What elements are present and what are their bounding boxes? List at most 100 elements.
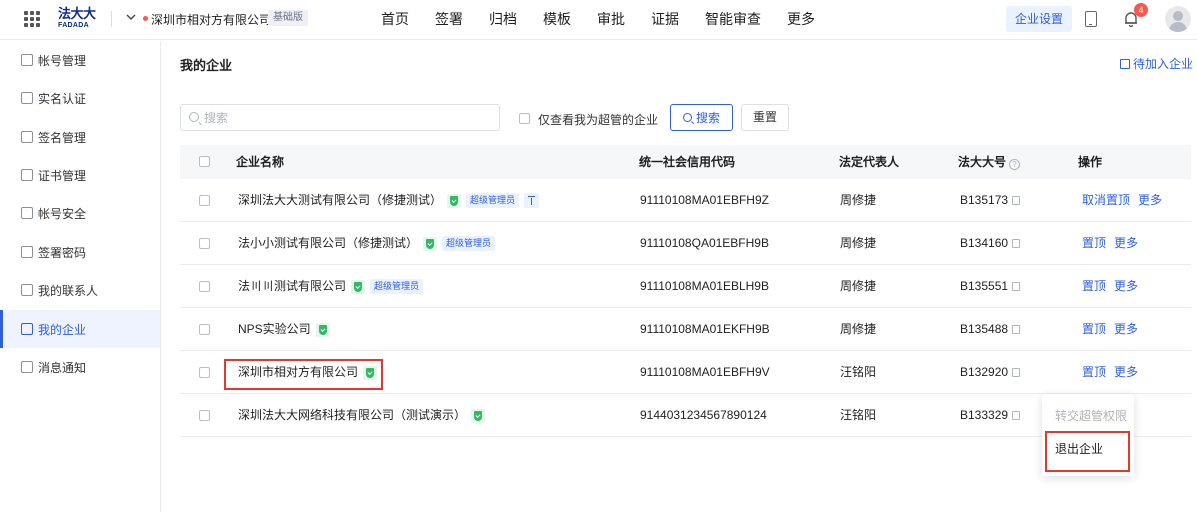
sidebar-item-contacts[interactable]: 我的联系人	[0, 271, 160, 309]
row-checkbox[interactable]	[199, 324, 210, 335]
notification-count-badge: 4	[1134, 3, 1148, 17]
copy-icon[interactable]	[1012, 368, 1021, 377]
enterprise-name: 法小小测试有限公司（修捷测试）	[238, 236, 419, 250]
pin-link[interactable]: 置顶	[1082, 236, 1106, 250]
user-avatar[interactable]	[1165, 6, 1191, 32]
search-input[interactable]	[180, 104, 500, 131]
actions-cell: 置顶 更多	[1082, 265, 1146, 308]
fdd-id: B135173	[960, 193, 1009, 207]
verified-shield-icon	[423, 236, 438, 251]
credit-code: 9144031234567890124	[640, 408, 767, 422]
enterprise-icon	[21, 323, 33, 335]
main-nav: 首页 签署 归档 模板 审批 证据 智能审查 更多	[381, 0, 841, 38]
pen-icon	[21, 131, 33, 143]
verification-icon	[21, 92, 33, 104]
sidebar-item-sign-password[interactable]: 签署密码	[0, 233, 160, 271]
copy-icon[interactable]	[1012, 325, 1021, 334]
row-checkbox[interactable]	[199, 410, 210, 421]
nav-approval[interactable]: 审批	[597, 0, 625, 38]
sidebar-item-label: 我的企业	[38, 322, 87, 337]
mobile-icon[interactable]	[1085, 11, 1097, 27]
top-header: 法大大 FADADA 深圳市相对方有限公司 基础版 首页 签署 归档 模板 审批…	[0, 0, 1197, 40]
more-link[interactable]: 更多	[1114, 279, 1138, 293]
super-admin-tag: 超级管理员	[442, 236, 496, 251]
enterprise-name-cell: NPS实验公司	[238, 308, 330, 351]
header-divider	[111, 11, 112, 27]
sidebar-item-label: 证书管理	[38, 168, 87, 183]
verified-shield-icon	[447, 193, 462, 208]
super-admin-filter-checkbox[interactable]	[519, 113, 530, 124]
more-link[interactable]: 更多	[1114, 322, 1138, 336]
fdd-id: B132920	[960, 365, 1009, 379]
more-link[interactable]: 更多	[1138, 193, 1162, 207]
enterprise-name-cell: 法小小测试有限公司（修捷测试） 超级管理员	[238, 222, 496, 265]
copy-icon[interactable]	[1012, 239, 1021, 248]
nav-smart-review[interactable]: 智能审查	[705, 0, 761, 38]
fadada-logo[interactable]: 法大大 FADADA	[58, 7, 98, 31]
actions-cell: 置顶 更多	[1082, 351, 1146, 394]
certificate-icon	[21, 169, 33, 181]
column-header-name: 企业名称	[236, 155, 285, 169]
sidebar-item-notifications[interactable]: 消息通知	[0, 348, 160, 386]
pin-link[interactable]: 置顶	[1082, 279, 1106, 293]
copy-icon[interactable]	[1012, 282, 1021, 291]
column-header-legal-rep: 法定代表人	[839, 155, 900, 169]
enterprise-settings-button[interactable]: 企业设置	[1006, 6, 1073, 32]
message-icon	[21, 361, 33, 373]
row-checkbox[interactable]	[199, 281, 210, 292]
pin-link[interactable]: 置顶	[1082, 322, 1106, 336]
verified-shield-icon	[315, 322, 330, 337]
pin-link[interactable]: 置顶	[1082, 365, 1106, 379]
unpin-link[interactable]: 取消置顶	[1082, 193, 1130, 207]
search-icon	[682, 113, 692, 122]
nav-evidence[interactable]: 证据	[651, 0, 679, 38]
sidebar-item-certificates[interactable]: 证书管理	[0, 156, 160, 194]
row-checkbox[interactable]	[199, 195, 210, 206]
pending-enterprises-link[interactable]: 待加入企业	[1120, 55, 1193, 72]
org-status-dot	[143, 16, 148, 21]
more-link[interactable]: 更多	[1114, 236, 1138, 250]
copy-icon[interactable]	[1012, 196, 1021, 205]
more-link[interactable]: 更多	[1114, 365, 1138, 379]
super-admin-tag: 超级管理员	[466, 193, 520, 208]
credit-code: 91110108MA01EBLH9B	[640, 279, 769, 293]
nav-home[interactable]: 首页	[381, 0, 409, 38]
legal-rep: 周修捷	[840, 322, 877, 336]
column-header-credit-code: 统一社会信用代码	[639, 155, 736, 169]
logo-en: FADADA	[58, 22, 89, 29]
nav-sign[interactable]: 签署	[435, 0, 463, 38]
sidebar-item-signatures[interactable]: 签名管理	[0, 118, 160, 156]
fdd-id-cell: B134160	[960, 222, 1021, 265]
org-switcher[interactable]: 深圳市相对方有限公司	[151, 11, 271, 28]
sidebar-item-my-enterprises[interactable]: 我的企业	[0, 310, 160, 348]
fdd-id-cell: B132920	[960, 351, 1021, 394]
help-icon[interactable]: ?	[1009, 159, 1021, 170]
nav-templates[interactable]: 模板	[543, 0, 571, 38]
legal-rep: 周修捷	[840, 193, 877, 207]
enterprise-name: 法〣〣测试有限公司	[238, 279, 347, 293]
table-row: 法小小测试有限公司（修捷测试） 超级管理员 91110108QA01EBFH9B…	[180, 222, 1191, 265]
legal-rep: 汪铭阳	[840, 365, 877, 379]
nav-more[interactable]: 更多	[787, 0, 815, 38]
actions-cell: 置顶 更多	[1082, 308, 1146, 351]
nav-archive[interactable]: 归档	[489, 0, 517, 38]
row-checkbox[interactable]	[199, 367, 210, 378]
sidebar-item-verification[interactable]: 实名认证	[0, 79, 160, 117]
actions-cell: 取消置顶 更多	[1082, 179, 1170, 222]
chevron-down-icon[interactable]	[126, 12, 136, 22]
copy-icon[interactable]	[1012, 411, 1021, 420]
sidebar-item-label: 消息通知	[38, 360, 87, 375]
sidebar-item-account[interactable]: 帐号管理	[0, 41, 160, 79]
annotation-highlight-box	[224, 359, 383, 390]
sidebar-item-security[interactable]: 帐号安全	[0, 194, 160, 232]
row-checkbox[interactable]	[199, 238, 210, 249]
reset-button[interactable]: 重置	[741, 104, 789, 131]
app-grid-icon[interactable]	[24, 11, 40, 27]
sidebar-item-label: 签名管理	[38, 130, 87, 145]
sidebar-item-label: 帐号安全	[38, 206, 87, 221]
select-all-checkbox[interactable]	[199, 156, 210, 167]
contacts-icon	[21, 284, 33, 296]
search-button[interactable]: 搜索	[670, 104, 733, 131]
sidebar-item-label: 实名认证	[38, 91, 87, 106]
super-admin-filter-label[interactable]: 仅查看我为超管的企业	[538, 111, 658, 128]
